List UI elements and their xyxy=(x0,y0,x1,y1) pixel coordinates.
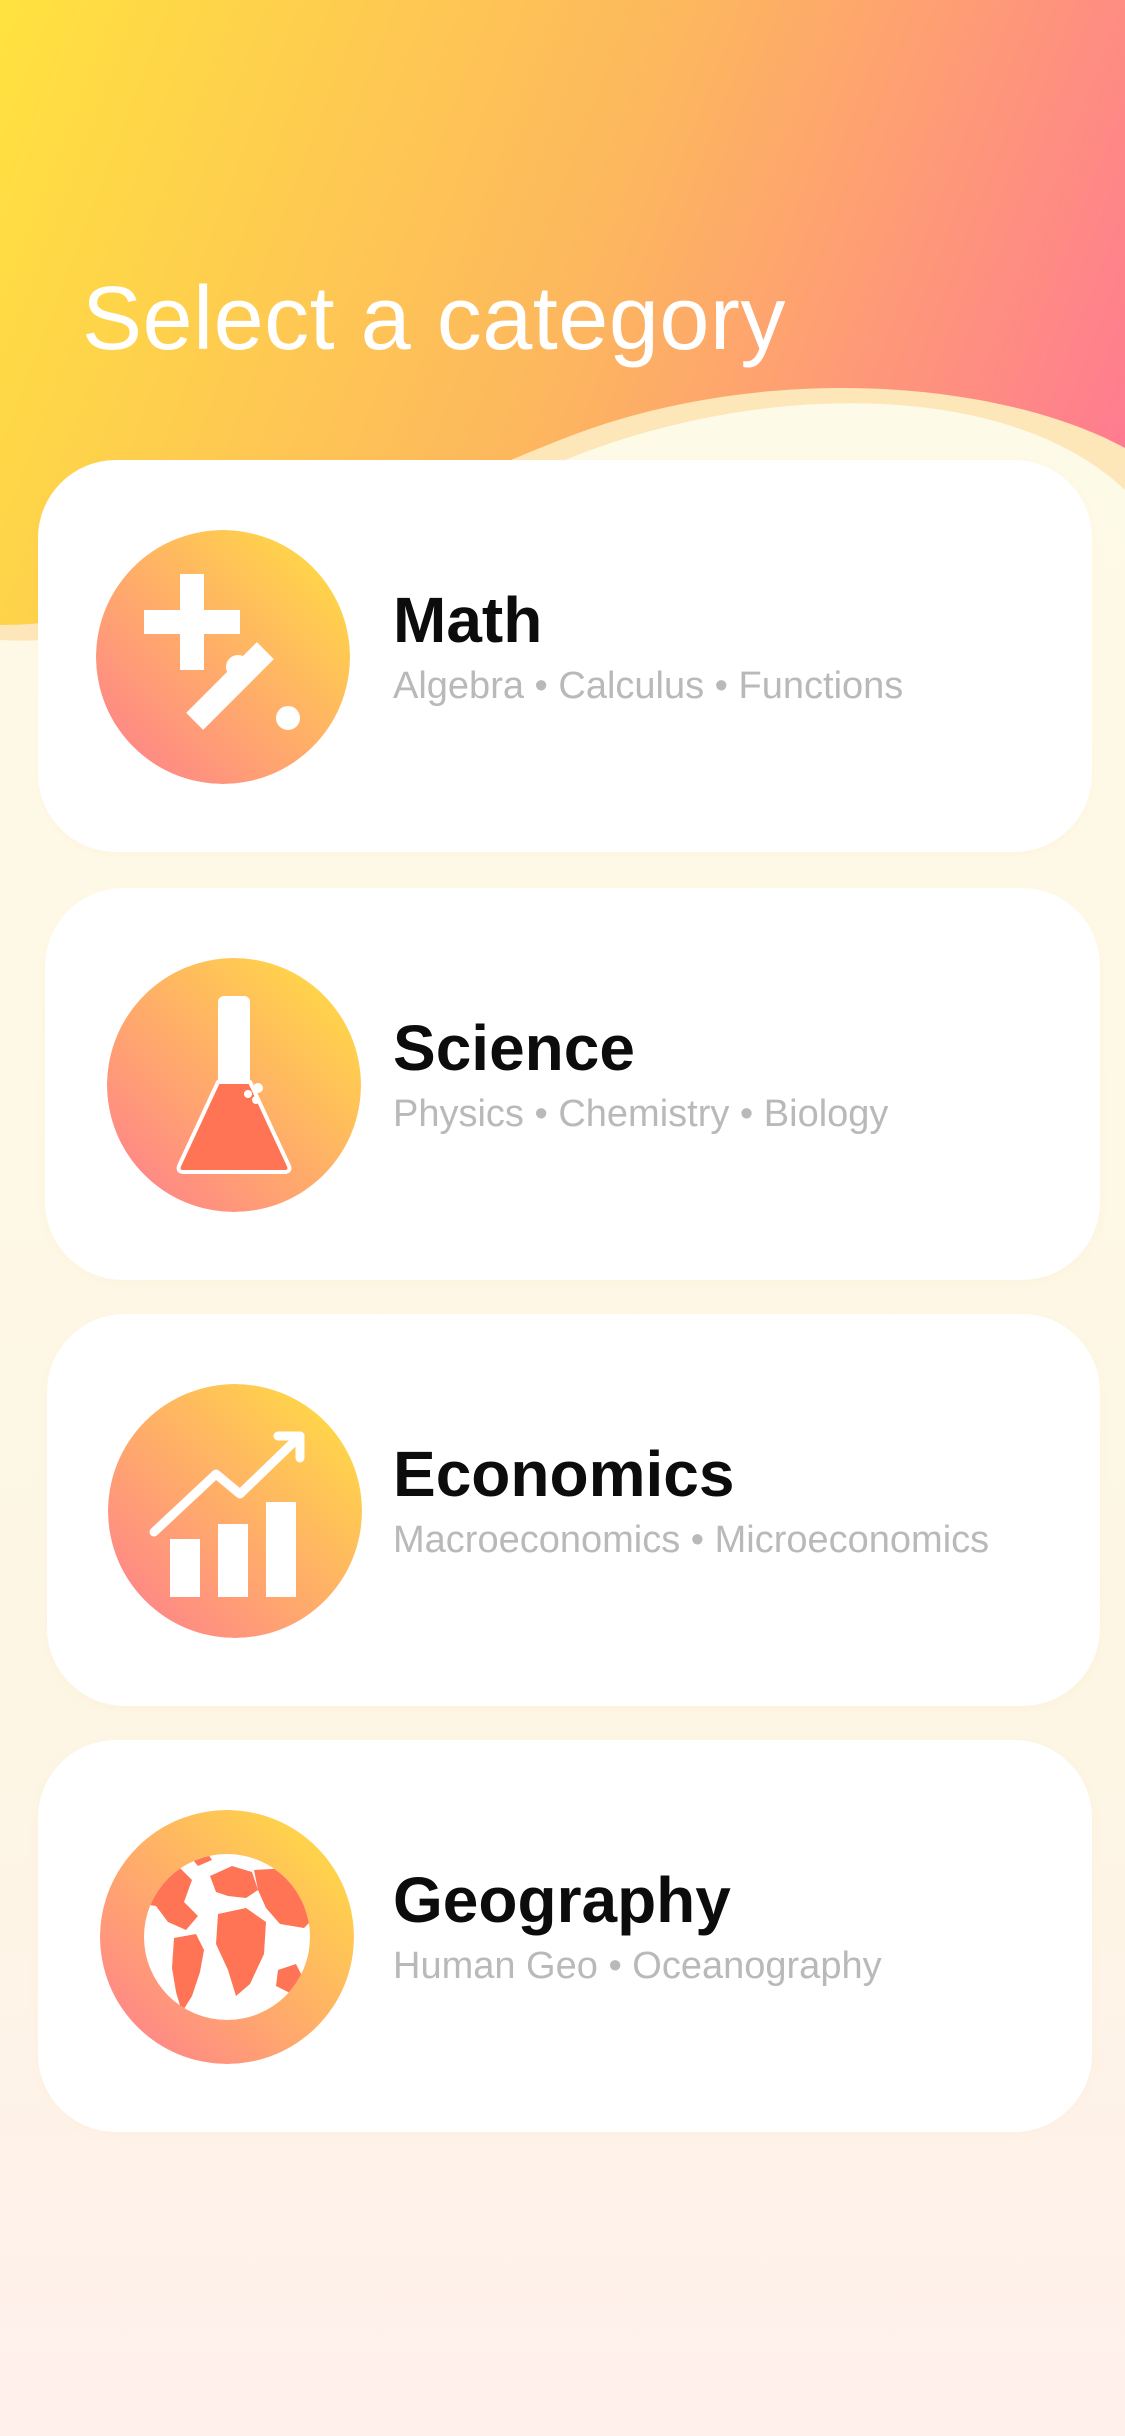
category-topics-geography: Human Geo • Oceanography xyxy=(393,1945,882,1987)
category-title-economics: Economics xyxy=(393,1438,735,1510)
page-title: Select a category xyxy=(82,269,786,369)
category-topics-math: Algebra • Calculus • Functions xyxy=(393,665,904,707)
category-topics-science: Physics • Chemistry • Biology xyxy=(393,1093,889,1135)
category-topics-economics: Macroeconomics • Microeconomics xyxy=(393,1519,990,1561)
plus-percent-icon xyxy=(96,530,350,784)
category-title-math: Math xyxy=(393,584,543,656)
category-card-science[interactable]: Science Physics • Chemistry • Biology xyxy=(45,888,1100,1280)
globe-icon xyxy=(100,1810,354,2064)
category-title-geography: Geography xyxy=(393,1864,731,1936)
category-title-science: Science xyxy=(393,1012,635,1084)
category-card-geography[interactable]: Geography Human Geo • Oceanography xyxy=(38,1740,1092,2132)
category-card-math[interactable]: Math Algebra • Calculus • Functions xyxy=(38,460,1092,852)
growth-chart-icon xyxy=(108,1384,362,1638)
flask-icon xyxy=(107,958,361,1212)
category-card-economics[interactable]: Economics Macroeconomics • Microeconomic… xyxy=(47,1314,1100,1706)
